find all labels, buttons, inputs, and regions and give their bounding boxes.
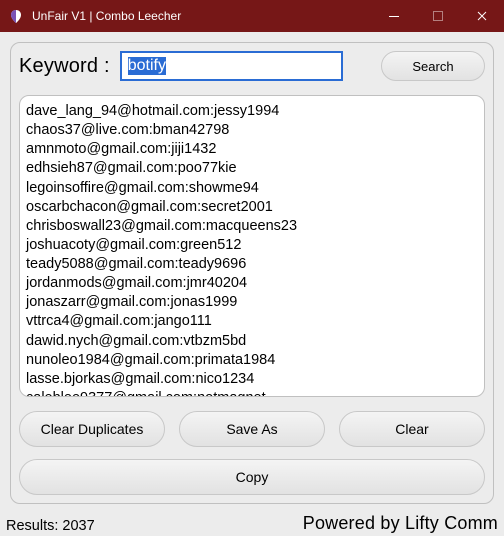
footer: Results: 2037 Powered by Lifty Comm — [0, 514, 504, 536]
app-window: UnFair V1 | Combo Leecher Keyword : Sear… — [0, 0, 504, 536]
results-list[interactable]: dave_lang_94@hotmail.com:jessy1994chaos3… — [20, 96, 484, 396]
copy-button[interactable]: Copy — [19, 459, 485, 495]
result-line[interactable]: dawid.nych@gmail.com:vtbzm5bd — [26, 332, 478, 351]
result-line[interactable]: caleblee9377@gmail.com:notmagnet — [26, 389, 478, 396]
action-row: Clear Duplicates Save As Clear — [19, 411, 485, 447]
keyword-row: Keyword : Search — [19, 51, 485, 81]
clear-button[interactable]: Clear — [339, 411, 485, 447]
result-line[interactable]: dave_lang_94@hotmail.com:jessy1994 — [26, 102, 478, 121]
result-line[interactable]: chaos37@live.com:bman42798 — [26, 121, 478, 140]
result-line[interactable]: edhsieh87@gmail.com:poo77kie — [26, 159, 478, 178]
app-icon — [8, 8, 24, 24]
clear-duplicates-button[interactable]: Clear Duplicates — [19, 411, 165, 447]
result-line[interactable]: chrisboswall23@gmail.com:macqueens23 — [26, 217, 478, 236]
powered-by: Powered by Lifty Comm — [303, 513, 498, 534]
search-button[interactable]: Search — [381, 51, 485, 81]
results-count: Results: 2037 — [6, 518, 95, 534]
result-line[interactable]: nunoleo1984@gmail.com:primata1984 — [26, 351, 478, 370]
close-button[interactable] — [460, 0, 504, 32]
keyword-input[interactable] — [120, 51, 343, 81]
result-line[interactable]: legoinsoffire@gmail.com:showme94 — [26, 179, 478, 198]
results-area: dave_lang_94@hotmail.com:jessy1994chaos3… — [19, 95, 485, 397]
main-panel: Keyword : Search dave_lang_94@hotmail.co… — [10, 42, 494, 504]
result-line[interactable]: amnmoto@gmail.com:jiji1432 — [26, 140, 478, 159]
result-line[interactable]: joshuacoty@gmail.com:green512 — [26, 236, 478, 255]
title-bar: UnFair V1 | Combo Leecher — [0, 0, 504, 32]
window-title: UnFair V1 | Combo Leecher — [32, 9, 372, 23]
result-line[interactable]: oscarbchacon@gmail.com:secret2001 — [26, 198, 478, 217]
result-line[interactable]: vttrca4@gmail.com:jango111 — [26, 312, 478, 331]
result-line[interactable]: jordanmods@gmail.com:jmr40204 — [26, 274, 478, 293]
maximize-button[interactable] — [416, 0, 460, 32]
keyword-label: Keyword : — [19, 55, 110, 78]
minimize-button[interactable] — [372, 0, 416, 32]
result-line[interactable]: teady5088@gmail.com:teady9696 — [26, 255, 478, 274]
save-as-button[interactable]: Save As — [179, 411, 325, 447]
result-line[interactable]: lasse.bjorkas@gmail.com:nico1234 — [26, 370, 478, 389]
result-line[interactable]: jonaszarr@gmail.com:jonas1999 — [26, 293, 478, 312]
